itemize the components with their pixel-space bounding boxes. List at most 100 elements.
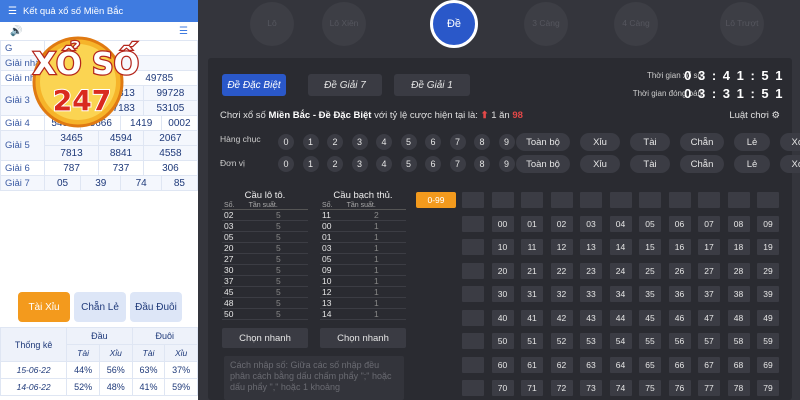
- number-cell[interactable]: 34: [609, 286, 632, 302]
- tens-digit-button[interactable]: 4: [376, 134, 392, 150]
- number-cell[interactable]: 74: [609, 380, 632, 396]
- number-cell[interactable]: 17: [698, 239, 720, 255]
- number-cell[interactable]: 50: [491, 333, 514, 349]
- quick-button[interactable]: Tài: [630, 133, 670, 151]
- quick-button[interactable]: Xỉu: [580, 155, 620, 173]
- grid-row-selector[interactable]: [462, 356, 484, 373]
- tab-de-giai-7[interactable]: Đề Giải 7: [308, 74, 382, 96]
- units-digit-button[interactable]: 6: [425, 156, 441, 172]
- number-cell[interactable]: 48: [727, 309, 750, 326]
- number-cell[interactable]: 06: [668, 215, 691, 232]
- number-cell[interactable]: 68: [727, 356, 750, 373]
- number-cell[interactable]: 52: [550, 333, 573, 349]
- tab-chan-le[interactable]: Chẵn Lẻ: [74, 292, 126, 322]
- number-cell[interactable]: 24: [609, 262, 632, 279]
- number-cell[interactable]: 03: [580, 215, 602, 232]
- nav-lo[interactable]: Lô: [250, 2, 294, 46]
- number-cell[interactable]: 53: [580, 333, 602, 349]
- volume-icon[interactable]: 🔊: [10, 26, 22, 37]
- nav-lo-xien[interactable]: Lô Xiên: [322, 2, 366, 46]
- number-cell[interactable]: 04: [609, 215, 632, 232]
- tens-digit-button[interactable]: 6: [425, 134, 441, 150]
- number-cell[interactable]: 26: [668, 262, 691, 279]
- grid-header-cell[interactable]: [668, 192, 691, 208]
- number-cell[interactable]: 12: [550, 239, 573, 255]
- number-cell[interactable]: 61: [521, 356, 543, 373]
- number-cell[interactable]: 71: [521, 380, 543, 396]
- number-cell[interactable]: 56: [668, 333, 691, 349]
- number-cell[interactable]: 72: [550, 380, 573, 396]
- number-cell[interactable]: 02: [550, 215, 573, 232]
- quick-button[interactable]: Lẻ: [734, 155, 770, 173]
- number-cell[interactable]: 16: [668, 239, 691, 255]
- freq-row[interactable]: 45 5: [222, 286, 308, 298]
- number-cell[interactable]: 37: [698, 286, 720, 302]
- grid-row-selector[interactable]: [462, 286, 484, 302]
- number-cell[interactable]: 66: [668, 356, 691, 373]
- quick-button[interactable]: Tài: [630, 155, 670, 173]
- number-cell[interactable]: 23: [580, 262, 602, 279]
- number-cell[interactable]: 57: [698, 333, 720, 349]
- number-cell[interactable]: 65: [639, 356, 661, 373]
- number-cell[interactable]: 14: [609, 239, 632, 255]
- number-cell[interactable]: 60: [491, 356, 514, 373]
- number-cell[interactable]: 05: [639, 215, 661, 232]
- freq-row[interactable]: 20 5: [222, 242, 308, 254]
- freq-row[interactable]: 14 1: [320, 308, 406, 320]
- tens-digit-button[interactable]: 3: [351, 134, 368, 150]
- units-digit-button[interactable]: 1: [302, 156, 319, 172]
- tens-digit-button[interactable]: 8: [474, 134, 490, 150]
- number-cell[interactable]: 41: [521, 309, 543, 326]
- number-cell[interactable]: 15: [639, 239, 661, 255]
- number-cell[interactable]: 30: [491, 286, 514, 302]
- number-input-textarea[interactable]: Cách nhập số: Giữa các số nhập đều phân …: [224, 356, 404, 400]
- grid-row-selector[interactable]: [462, 333, 484, 349]
- grid-row-selector[interactable]: [462, 380, 484, 396]
- number-cell[interactable]: 70: [491, 380, 514, 396]
- number-cell[interactable]: 19: [757, 239, 779, 255]
- freq-row[interactable]: 01 1: [320, 231, 406, 243]
- number-cell[interactable]: 32: [550, 286, 573, 302]
- number-cell[interactable]: 55: [639, 333, 661, 349]
- number-cell[interactable]: 07: [698, 215, 720, 232]
- units-digit-button[interactable]: 9: [498, 156, 515, 172]
- number-cell[interactable]: 28: [727, 262, 750, 279]
- grid-header-cell[interactable]: [462, 192, 484, 208]
- number-cell[interactable]: 01: [521, 215, 543, 232]
- rules-link[interactable]: Luật chơi ⚙: [729, 110, 780, 121]
- units-digit-button[interactable]: 7: [449, 156, 466, 172]
- number-cell[interactable]: 51: [521, 333, 543, 349]
- number-cell[interactable]: 20: [491, 262, 514, 279]
- number-cell[interactable]: 49: [757, 309, 779, 326]
- quick-button[interactable]: Chẵn: [680, 133, 724, 151]
- freq-row[interactable]: 48 5: [222, 297, 308, 309]
- range-button[interactable]: 0-99: [416, 192, 456, 208]
- number-cell[interactable]: 00: [491, 215, 514, 232]
- tens-digit-button[interactable]: 2: [327, 134, 343, 150]
- number-cell[interactable]: 31: [521, 286, 543, 302]
- quick-button[interactable]: Toàn bộ: [516, 155, 570, 173]
- quick-select-bach-button[interactable]: Chọn nhanh: [320, 328, 406, 348]
- menu-icon[interactable]: ☰: [179, 26, 188, 37]
- grid-header-cell[interactable]: [698, 192, 720, 208]
- grid-header-cell[interactable]: [609, 192, 632, 208]
- grid-header-cell[interactable]: [550, 192, 573, 208]
- number-cell[interactable]: 75: [639, 380, 661, 396]
- tens-digit-button[interactable]: 1: [302, 134, 319, 150]
- tens-digit-button[interactable]: 0: [278, 134, 294, 150]
- freq-row[interactable]: 09 1: [320, 264, 406, 276]
- number-cell[interactable]: 18: [727, 239, 750, 255]
- number-cell[interactable]: 33: [580, 286, 602, 302]
- number-cell[interactable]: 76: [668, 380, 691, 396]
- number-cell[interactable]: 40: [491, 309, 514, 326]
- units-digit-button[interactable]: 8: [474, 156, 490, 172]
- number-cell[interactable]: 27: [698, 262, 720, 279]
- grid-row-selector[interactable]: [462, 215, 484, 232]
- freq-row[interactable]: 11 2: [320, 209, 406, 221]
- number-cell[interactable]: 79: [757, 380, 779, 396]
- tab-dau-duoi[interactable]: Đầu Đuôi: [130, 292, 182, 322]
- number-cell[interactable]: 44: [609, 309, 632, 326]
- number-cell[interactable]: 58: [727, 333, 750, 349]
- units-digit-button[interactable]: 5: [400, 156, 417, 172]
- number-cell[interactable]: 09: [757, 215, 779, 232]
